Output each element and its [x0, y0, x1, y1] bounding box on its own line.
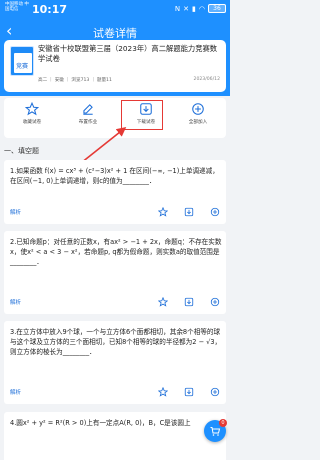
action-bar: 收藏试卷 布置作业 下载试卷 全部加入	[4, 98, 226, 138]
question-footer: 解析	[10, 207, 220, 219]
nfc-icon: N	[174, 4, 181, 13]
question-actions	[158, 207, 220, 217]
question-text: 1.如果函数 f(x) = cx³ + (c²−3)x² + 1 在区间(−∞,…	[10, 167, 219, 185]
question-text: 4.圆x² + y² = R²(R > 0)上有一定点A(R, 0)，B，C是该…	[10, 419, 191, 427]
add-icon[interactable]	[210, 297, 220, 307]
signal-icon: ▮	[192, 4, 196, 13]
assign-homework-button[interactable]: 布置作业	[62, 102, 114, 134]
question-card-2[interactable]: 2.已知命题p：对任意的正数x，有ax² > −1 + 2x，命题q：不存在实数…	[4, 231, 226, 314]
star-icon[interactable]	[158, 387, 168, 397]
basket-count-badge: 0	[219, 419, 227, 427]
favorite-paper-label: 收藏试卷	[22, 120, 42, 125]
add-all-icon	[192, 103, 204, 115]
download-highlight-box	[121, 100, 163, 130]
add-icon[interactable]	[210, 207, 220, 217]
wifi-icon: ◠	[198, 4, 205, 13]
favorite-paper-button[interactable]: 收藏试卷	[6, 102, 58, 134]
basket-icon	[210, 427, 221, 436]
download-icon[interactable]	[184, 387, 194, 397]
mute-icon: ✕	[183, 4, 190, 13]
star-icon	[25, 102, 39, 116]
question-footer: 解析	[10, 387, 220, 399]
question-text: 2.已知命题p：对任意的正数x，有ax² > −1 + 2x，命题q：不存在实数…	[10, 238, 222, 266]
star-icon[interactable]	[158, 297, 168, 307]
question-text: 3.在立方体中放入9个球，一个与立方体6个面都相切，其余8个相等的球与这个球及立…	[10, 328, 222, 356]
paper-date: 2023/06/12	[193, 77, 220, 82]
paper-title: 安徽省十校联盟第三届（2023年）高二解题能力竞赛数学试卷	[38, 44, 218, 63]
paper-meta: 高二 ｜ 安徽 ｜ 浏览713 ｜ 题量11	[38, 78, 112, 83]
section-title: 一、填空题	[4, 147, 39, 155]
thumbnail-label: 竞赛	[15, 63, 28, 70]
parse-link[interactable]: 解析	[10, 208, 21, 216]
download-icon[interactable]	[184, 297, 194, 307]
download-icon[interactable]	[184, 207, 194, 217]
status-bar: 中国移动 中国电信 10:17 N ✕ ▮ ◠ 36	[0, 0, 230, 20]
paper-info-card: 竞赛 安徽省十校联盟第三届（2023年）高二解题能力竞赛数学试卷 高二 ｜ 安徽…	[4, 40, 226, 92]
add-all-button[interactable]: 全部加入	[172, 102, 224, 134]
add-icon[interactable]	[210, 387, 220, 397]
paper-thumbnail: 竞赛	[10, 46, 34, 76]
assign-homework-label: 布置作业	[78, 120, 98, 125]
question-actions	[158, 387, 220, 397]
question-card-3[interactable]: 3.在立方体中放入9个球，一个与立方体6个面都相切，其余8个相等的球与这个球及立…	[4, 321, 226, 404]
question-card-4[interactable]: 4.圆x² + y² = R²(R > 0)上有一定点A(R, 0)，B，C是该…	[4, 412, 226, 460]
assign-icon	[83, 104, 93, 115]
status-time: 10:17	[32, 3, 68, 16]
battery-icon: 36	[208, 4, 226, 13]
status-icons: N ✕ ▮ ◠ 36	[175, 4, 226, 13]
parse-link[interactable]: 解析	[10, 298, 21, 306]
question-card-1[interactable]: 1.如果函数 f(x) = cx³ + (c²−3)x² + 1 在区间(−∞,…	[4, 160, 226, 224]
question-actions	[158, 297, 220, 307]
question-footer: 解析	[10, 297, 220, 309]
add-all-label: 全部加入	[188, 120, 208, 125]
page-title: 试卷详情	[93, 27, 137, 40]
parse-link[interactable]: 解析	[10, 388, 21, 396]
carrier-label: 中国移动 中国电信	[5, 2, 29, 12]
star-icon[interactable]	[158, 207, 168, 217]
basket-button[interactable]: 0	[204, 419, 227, 442]
